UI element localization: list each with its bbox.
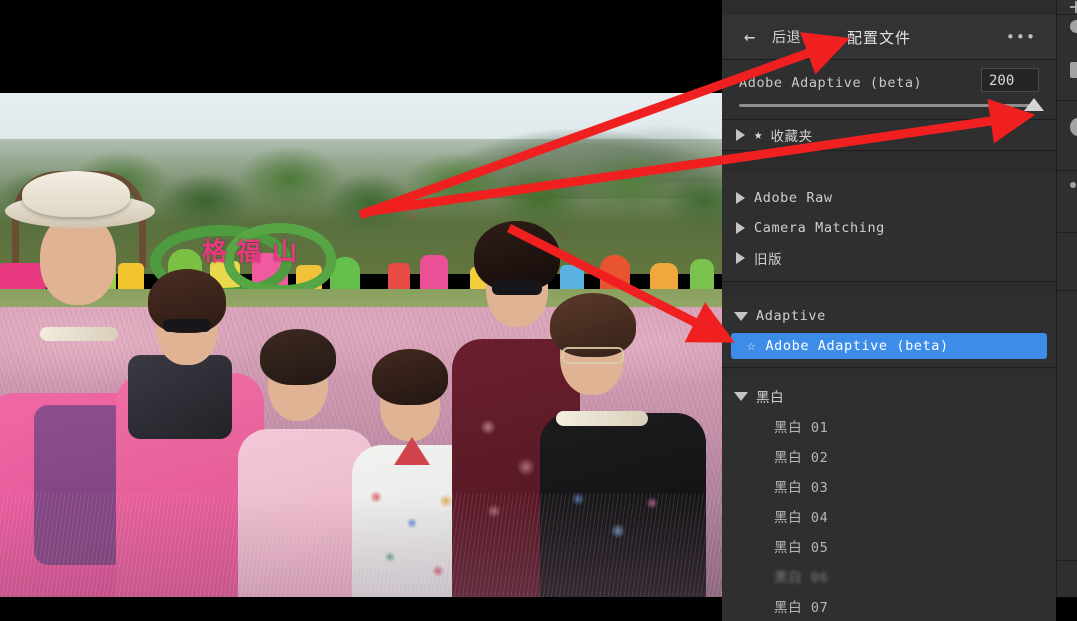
right-tool-strip[interactable] bbox=[1056, 0, 1077, 597]
profile-label: Adobe Adaptive (beta) bbox=[765, 338, 948, 354]
star-filled-icon: ★ bbox=[754, 127, 762, 143]
chevron-right-icon bbox=[736, 252, 745, 264]
slider-handle[interactable] bbox=[1024, 98, 1044, 111]
ellipse-icon[interactable] bbox=[1070, 118, 1077, 136]
profile-item-bw-06[interactable]: 黑白 06 bbox=[722, 561, 1056, 591]
profile-label: 黑白 06 bbox=[774, 566, 828, 586]
group-adaptive: Adaptive ☆ Adobe Adaptive (beta) bbox=[722, 297, 1056, 368]
image-canvas[interactable]: 格 福 山 bbox=[0, 0, 722, 597]
eyeglasses bbox=[562, 347, 624, 364]
chevron-right-icon bbox=[736, 222, 745, 234]
dot-icon[interactable] bbox=[1070, 182, 1076, 188]
profile-item-bw-01[interactable]: 黑白 01 bbox=[722, 411, 1056, 441]
profile-item-bw-07[interactable]: 黑白 07 bbox=[722, 591, 1056, 621]
profile-label: 黑白 07 bbox=[774, 596, 828, 616]
back-label[interactable]: 后退 bbox=[772, 27, 801, 47]
scarf-1 bbox=[128, 355, 232, 439]
group-header-camera-matching[interactable]: Camera Matching bbox=[722, 213, 1056, 243]
group-label: 旧版 bbox=[754, 248, 782, 268]
square-icon[interactable] bbox=[1070, 62, 1077, 78]
group-header-adobe-raw[interactable]: Adobe Raw bbox=[722, 183, 1056, 213]
chevron-right-icon bbox=[736, 192, 745, 204]
sign-char-1: 格 bbox=[202, 239, 227, 264]
chevron-right-icon bbox=[736, 129, 745, 141]
profile-label: 黑白 02 bbox=[774, 446, 828, 466]
profile-item-bw-04[interactable]: 黑白 04 bbox=[722, 501, 1056, 531]
chevron-down-icon bbox=[734, 312, 748, 321]
panel-header: ← 后退 配置文件 ••• bbox=[722, 15, 1056, 60]
group-label: 收藏夹 bbox=[770, 125, 812, 145]
profile-label: 黑白 01 bbox=[774, 416, 828, 436]
star-outline-icon[interactable]: ☆ bbox=[747, 338, 755, 354]
profile-label: 黑白 05 bbox=[774, 536, 828, 556]
sign-char-2: 福 bbox=[236, 239, 261, 264]
circle-icon[interactable] bbox=[1070, 20, 1077, 33]
group-favorites: ★ 收藏夹 bbox=[722, 120, 1056, 151]
back-arrow-icon[interactable]: ← bbox=[744, 28, 770, 47]
sign-char-3: 山 bbox=[272, 239, 297, 264]
group-header-adaptive[interactable]: Adaptive bbox=[722, 301, 1056, 331]
more-options-icon[interactable]: ••• bbox=[1006, 28, 1036, 46]
group-block-standard: Adobe Raw Camera Matching 旧版 bbox=[722, 173, 1056, 282]
chevron-down-icon bbox=[734, 392, 748, 401]
profile-item-bw-03[interactable]: 黑白 03 bbox=[722, 471, 1056, 501]
group-header-legacy[interactable]: 旧版 bbox=[722, 243, 1056, 273]
slider-value-input[interactable]: 200 bbox=[981, 68, 1039, 92]
group-label: Camera Matching bbox=[754, 220, 885, 236]
group-black-white: 黑白 黑白 01 黑白 02 黑白 03 黑白 04 黑白 05 黑白 06 黑… bbox=[722, 377, 1056, 621]
group-label: 黑白 bbox=[756, 386, 784, 406]
foreground-grass bbox=[0, 493, 722, 597]
amount-slider-block: Adobe Adaptive (beta) 200 bbox=[722, 60, 1056, 120]
panel-title: 配置文件 bbox=[847, 27, 911, 48]
profile-item-bw-02[interactable]: 黑白 02 bbox=[722, 441, 1056, 471]
slider-track[interactable] bbox=[739, 104, 1039, 107]
app-window: 格 福 山 bbox=[0, 0, 1077, 597]
pearl-necklace-2 bbox=[556, 411, 648, 426]
group-label: Adobe Raw bbox=[754, 190, 833, 206]
profile-item-adobe-adaptive[interactable]: ☆ Adobe Adaptive (beta) bbox=[731, 333, 1047, 359]
pearl-necklace-1 bbox=[40, 327, 118, 341]
photo-preview: 格 福 山 bbox=[0, 93, 722, 597]
profile-item-bw-05[interactable]: 黑白 05 bbox=[722, 531, 1056, 561]
profile-label: 黑白 03 bbox=[774, 476, 828, 496]
profile-label: 黑白 04 bbox=[774, 506, 828, 526]
group-header-black-white[interactable]: 黑白 bbox=[722, 381, 1056, 411]
slider-label: Adobe Adaptive (beta) bbox=[739, 75, 922, 91]
group-label: Adaptive bbox=[756, 308, 826, 324]
right-panel: ← 后退 配置文件 ••• Adobe Adaptive (beta) 200 … bbox=[722, 0, 1056, 597]
group-header-favorites[interactable]: ★ 收藏夹 bbox=[722, 120, 1056, 150]
